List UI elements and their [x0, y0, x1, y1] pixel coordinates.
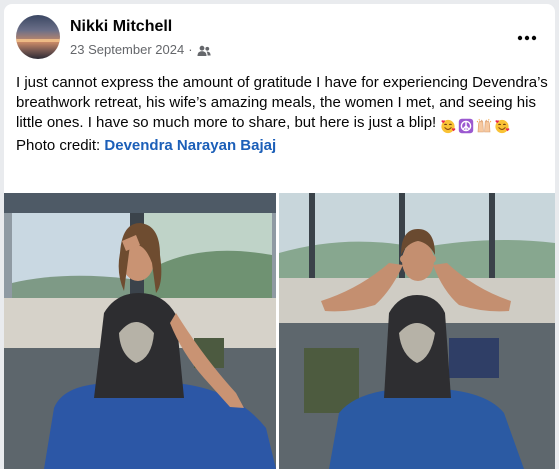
smiling-face-with-hearts-icon — [441, 119, 456, 134]
post-date[interactable]: 23 September 2024 — [70, 42, 184, 57]
post-body: I just cannot express the amount of grat… — [16, 73, 548, 156]
photo-credit: Photo credit: Devendra Narayan Bajaj — [16, 136, 548, 156]
photo-2[interactable] — [279, 193, 555, 469]
post-meta: 23 September 2024 · — [70, 42, 211, 57]
post-header: Nikki Mitchell 23 September 2024 · — [16, 14, 543, 62]
avatar[interactable] — [16, 15, 60, 59]
photo-credit-label: Photo credit: — [16, 137, 105, 154]
raising-hands-icon — [477, 118, 492, 133]
photo-credit-link[interactable]: Devendra Narayan Bajaj — [104, 137, 276, 154]
meta-separator: · — [188, 42, 193, 57]
smiling-face-with-hearts-icon — [495, 119, 510, 134]
peace-symbol-icon — [459, 118, 474, 134]
more-horizontal-icon — [517, 35, 537, 41]
emoji-row — [440, 116, 512, 136]
post-text: I just cannot express the amount of grat… — [16, 73, 548, 136]
post-card: Nikki Mitchell 23 September 2024 · I jus — [4, 4, 555, 469]
author-name[interactable]: Nikki Mitchell — [70, 18, 172, 36]
friends-icon[interactable] — [197, 44, 211, 56]
photo-grid — [4, 193, 555, 469]
more-options-button[interactable] — [511, 22, 543, 54]
photo-1[interactable] — [4, 193, 276, 469]
